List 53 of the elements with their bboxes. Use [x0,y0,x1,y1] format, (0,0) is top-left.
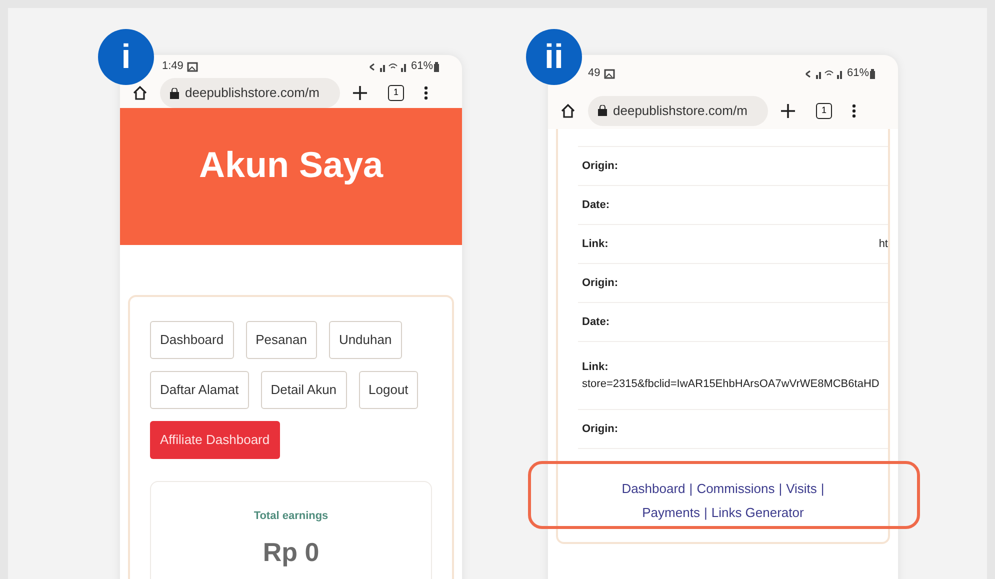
url-text: deepublishstore.com/m [613,102,748,120]
detail-value: store=2315&fbclid=IwAR15EhbHArsOA7wVrWE8MCB6taHD [582,376,880,392]
affiliate-nav-link[interactable]: Dashboard [622,479,686,498]
more-icon[interactable] [852,104,856,118]
notification-icon [187,62,198,72]
tab-count-button[interactable]: 1 [816,102,832,118]
page-title: Akun Saya [198,143,384,187]
status-time: 49 [588,66,600,82]
affiliate-nav-link[interactable]: Links Generator [711,502,804,522]
url-text: deepublishstore.com/m [185,84,320,102]
detail-value: ht [878,236,888,252]
home-icon[interactable] [132,85,148,101]
home-icon[interactable] [560,102,576,118]
account-nav-button[interactable]: Daftar Alamat [150,371,249,409]
detail-label: Origin: [582,276,618,291]
link-separator: | [704,504,708,522]
affiliate-nav-link[interactable]: Visits [786,479,817,498]
more-icon[interactable] [424,86,428,100]
account-nav-button[interactable]: Unduhan [328,321,402,359]
detail-label: Origin: [582,158,618,174]
battery-level: 61% [410,59,433,74]
battery-icon [869,68,876,78]
plus-icon[interactable] [352,85,368,101]
earnings-label: Total earnings [254,509,328,524]
lock-icon [170,88,179,98]
affiliate-nav-link[interactable]: Payments [642,502,700,522]
link-separator: | [820,480,824,498]
battery-level: 61% [846,66,869,82]
affiliate-nav-link[interactable]: Commissions [696,479,775,498]
address-bar[interactable]: deepublishstore.com/m [160,78,340,108]
lock-icon [598,105,607,116]
plus-icon[interactable] [780,102,796,118]
tab-count-button[interactable]: 1 [388,85,404,101]
link-separator: | [689,480,693,498]
earnings-value: Rp 0 [262,536,320,568]
link-separator: | [778,480,782,498]
status-time: 1:49 [162,59,184,74]
signal-icon [368,62,408,72]
battery-icon [433,62,440,72]
address-bar[interactable]: deepublishstore.com/m [588,96,768,126]
notification-icon [604,68,616,78]
account-nav-button[interactable]: Logout [358,371,418,409]
detail-label: Date: [582,198,610,213]
account-nav-button[interactable]: Pesanan [246,321,317,359]
detail-label: Date: [582,314,610,330]
detail-label: Link: [582,360,610,375]
account-nav-button[interactable]: Detail Akun [260,371,347,409]
signal-icon [804,68,844,78]
account-nav-button[interactable]: Dashboard [150,321,234,359]
detail-label: Link: [582,236,608,252]
step-badge: ii [526,29,582,85]
step-badge: i [98,29,154,85]
detail-label: Origin: [582,422,618,437]
